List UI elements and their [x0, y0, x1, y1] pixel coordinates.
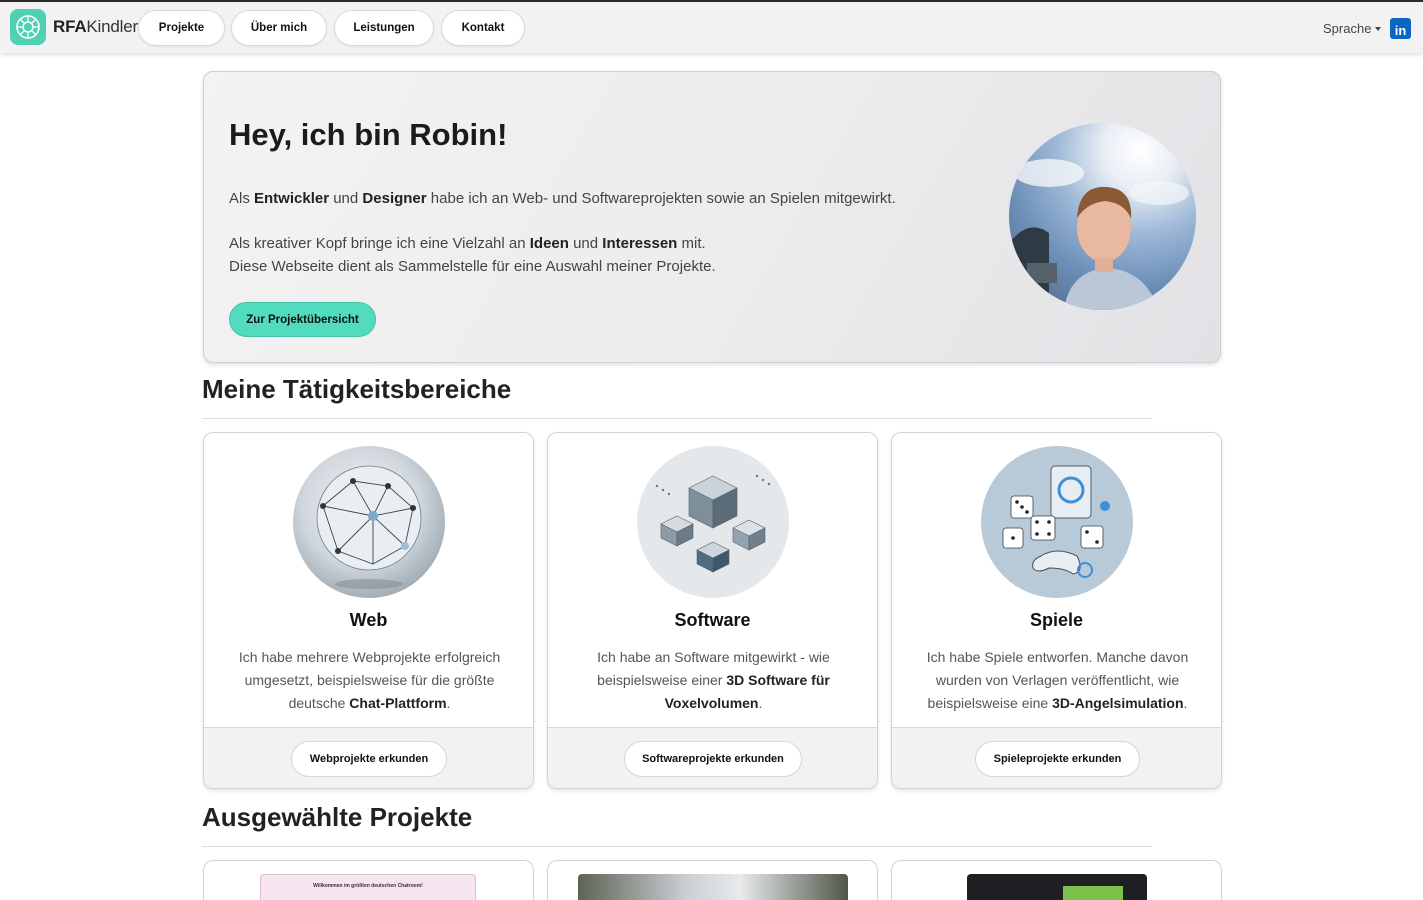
projects-section-title: Ausgewählte Projekte	[202, 802, 473, 832]
brand-home-link[interactable]: RFAKindler	[10, 9, 138, 45]
section-divider	[202, 418, 1152, 419]
project-card-angelsimulation[interactable]	[547, 860, 878, 900]
caret-down-icon	[1375, 26, 1382, 31]
games-projects-button[interactable]: Spieleprojekte erkunden	[975, 741, 1140, 777]
profile-photo	[1009, 123, 1196, 310]
linkedin-icon[interactable]: in	[1390, 18, 1411, 39]
hero-ideas-text: Als kreativer Kopf bringe ich eine Vielz…	[229, 235, 706, 252]
chat-project-thumbnail: Willkommen im größten deutschen Chatroom…	[260, 874, 476, 900]
hero-title: Hey, ich bin Robin!	[229, 117, 508, 152]
thumbnail-banner	[1063, 886, 1123, 900]
forest-project-thumbnail	[578, 874, 848, 900]
card-description: Ich habe an Software mitgewirkt - wie be…	[597, 649, 830, 711]
area-card-web: Web Ich habe mehrere Webprojekte erfolgr…	[203, 432, 534, 789]
card-title: Spiele	[1029, 610, 1084, 630]
card-title: Web	[349, 610, 388, 630]
hero-purpose-text: Diese Webseite dient als Sammelstelle fü…	[229, 258, 716, 275]
network-sphere-image	[293, 446, 445, 598]
project-card-game[interactable]	[891, 860, 1222, 900]
areas-section-title: Meine Tätigkeitsbereiche	[202, 374, 512, 404]
brand-name: RFAKindler	[53, 17, 138, 36]
area-card-games: Spiele Ich habe Spiele entworfen. Manche…	[891, 432, 1222, 789]
card-footer: Webprojekte erkunden	[204, 727, 533, 788]
card-description: Ich habe mehrere Webprojekte erfolgreich…	[238, 649, 501, 711]
top-navbar: RFAKindler Projekte Über mich Leistungen…	[0, 0, 1423, 53]
thumbnail-heading: Willkommen im größten deutschen Chatroom…	[313, 883, 423, 889]
nav-item-kontakt[interactable]: Kontakt	[441, 10, 525, 46]
section-divider	[202, 846, 1152, 847]
dice-and-gamepad-image	[981, 446, 1133, 598]
hero-intro-text: Als Entwickler und Designer habe ich an …	[229, 190, 896, 207]
voxel-cubes-image	[637, 446, 789, 598]
language-dropdown[interactable]: Sprache	[1323, 21, 1382, 36]
brain-logo-icon	[10, 9, 46, 45]
web-projects-button[interactable]: Webprojekte erkunden	[291, 741, 447, 777]
card-title: Software	[674, 610, 751, 630]
card-description: Ich habe Spiele entworfen. Manche davon …	[926, 649, 1189, 711]
area-card-software: Software Ich habe an Software mitgewirkt…	[547, 432, 878, 789]
card-footer: Spieleprojekte erkunden	[892, 727, 1221, 788]
nav-item-ueber-mich[interactable]: Über mich	[231, 10, 327, 46]
game-project-thumbnail	[967, 874, 1147, 900]
project-card-chat[interactable]: Willkommen im größten deutschen Chatroom…	[203, 860, 534, 900]
software-projects-button[interactable]: Softwareprojekte erkunden	[624, 741, 802, 777]
nav-item-projekte[interactable]: Projekte	[138, 10, 225, 46]
card-footer: Softwareprojekte erkunden	[548, 727, 877, 788]
projects-overview-button[interactable]: Zur Projektübersicht	[229, 302, 376, 337]
hero-section: Hey, ich bin Robin! Als Entwickler und D…	[203, 71, 1221, 363]
nav-item-leistungen[interactable]: Leistungen	[334, 10, 434, 46]
